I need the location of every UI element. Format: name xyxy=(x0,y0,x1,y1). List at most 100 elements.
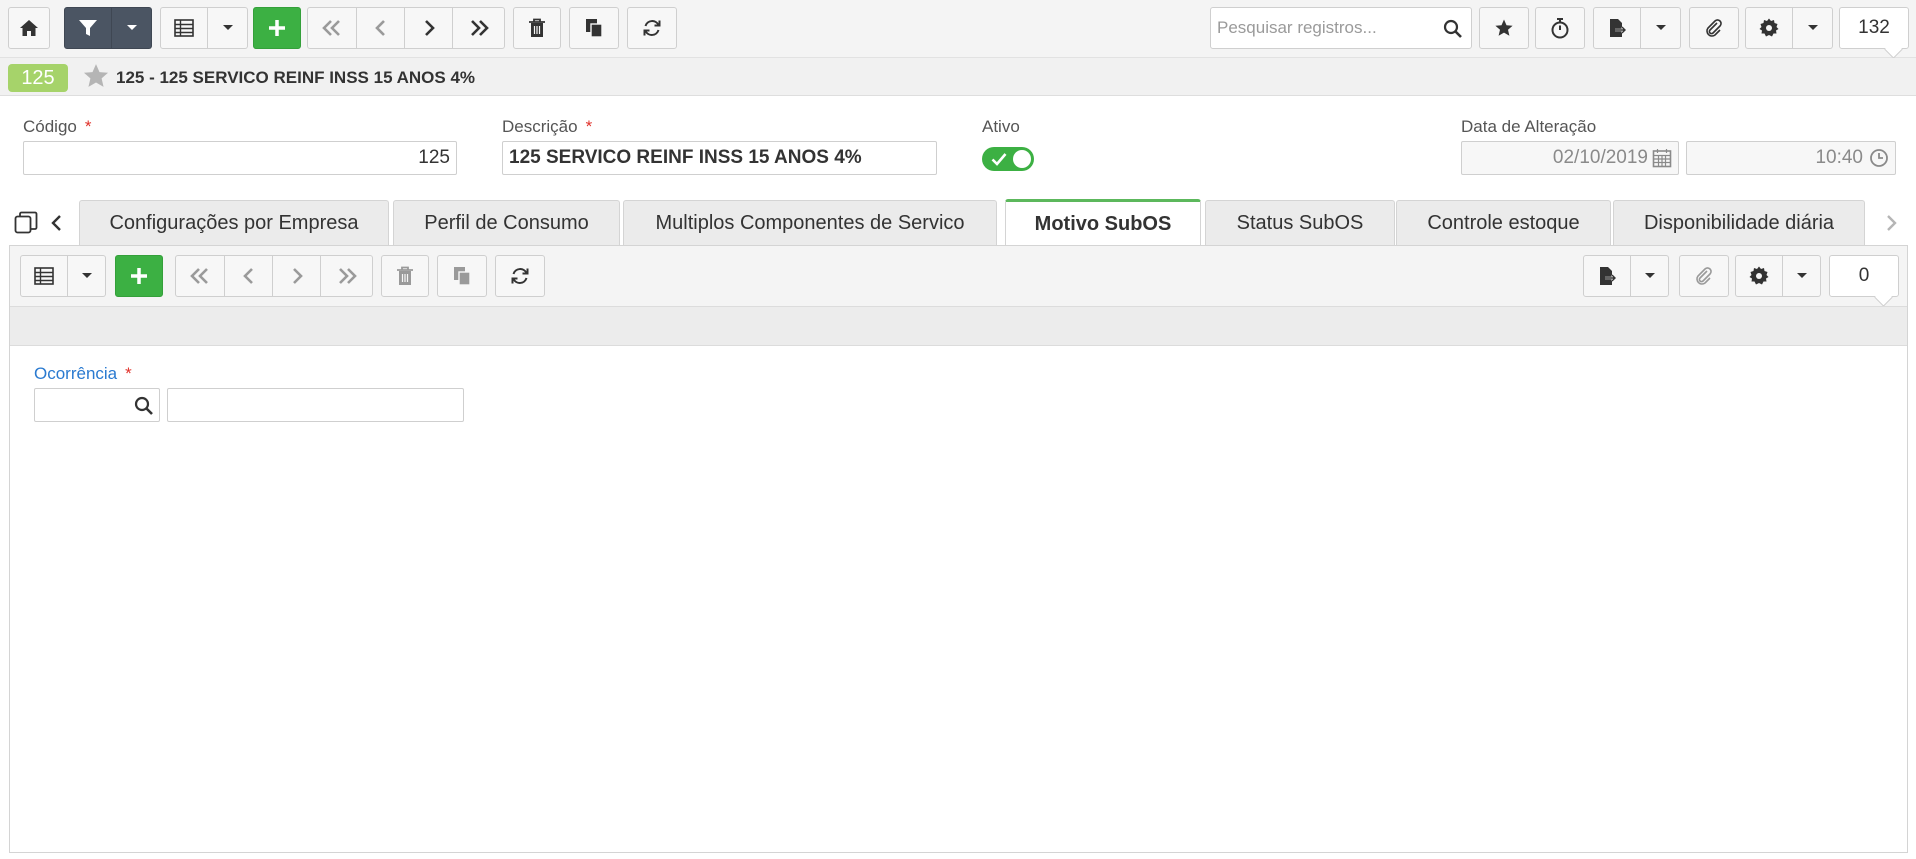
ocorrencia-description-field[interactable] xyxy=(167,388,464,422)
tab-perfil-consumo[interactable]: Perfil de Consumo xyxy=(393,200,620,245)
next-icon xyxy=(290,267,304,285)
last-icon xyxy=(336,267,358,285)
refresh-button[interactable] xyxy=(495,255,545,297)
search-box xyxy=(1210,7,1472,49)
first-icon xyxy=(321,19,343,37)
data-alteracao-field: 02/10/2019 xyxy=(1461,141,1679,175)
gear-icon xyxy=(1759,18,1779,38)
required-mark: * xyxy=(585,117,593,136)
export-dropdown-button[interactable] xyxy=(1641,7,1681,49)
filter-button[interactable] xyxy=(64,7,112,49)
ocorrencia-label: Ocorrência * xyxy=(34,364,132,383)
required-mark: * xyxy=(125,364,132,383)
codigo-field[interactable]: 125 xyxy=(23,141,457,175)
settings-dropdown-button[interactable] xyxy=(1783,255,1821,297)
star-icon xyxy=(1494,18,1514,38)
add-button[interactable] xyxy=(253,7,301,49)
star-icon[interactable] xyxy=(82,62,110,95)
subpanel-toolbar: 0 xyxy=(10,246,1907,306)
export-button[interactable] xyxy=(1583,255,1631,297)
data-alteracao-label: Data de Alteração xyxy=(1461,117,1597,136)
prev-icon xyxy=(242,267,256,285)
record-count-badge: 132 xyxy=(1839,7,1909,49)
export-icon xyxy=(1597,266,1617,286)
last-record-button[interactable] xyxy=(453,7,505,49)
timer-button[interactable] xyxy=(1535,7,1585,49)
tab-configuracoes-empresa[interactable]: Configurações por Empresa xyxy=(79,200,389,245)
tab-disponibilidade-diaria[interactable]: Disponibilidade diária xyxy=(1613,200,1865,245)
trash-icon xyxy=(528,18,546,38)
grid-icon xyxy=(174,19,194,37)
export-icon xyxy=(1607,18,1627,38)
timer-icon xyxy=(1550,17,1570,39)
first-record-button[interactable] xyxy=(175,255,225,297)
next-icon xyxy=(422,19,436,37)
filter-icon xyxy=(78,18,98,38)
attachment-button[interactable] xyxy=(1689,7,1739,49)
chevron-down-icon xyxy=(81,272,93,280)
search-icon[interactable] xyxy=(1443,19,1463,44)
toggle-knob xyxy=(1013,150,1031,168)
grid-icon xyxy=(34,267,54,285)
home-icon xyxy=(19,18,39,38)
home-button[interactable] xyxy=(8,7,50,49)
first-record-button[interactable] xyxy=(307,7,357,49)
favorite-button[interactable] xyxy=(1479,7,1529,49)
tab-scroll-left-icon[interactable] xyxy=(50,213,64,238)
paperclip-icon xyxy=(1704,18,1724,38)
copy-tabs-icon[interactable] xyxy=(14,211,38,240)
calendar-icon xyxy=(1652,148,1672,173)
main-toolbar: 132 xyxy=(0,0,1916,58)
settings-dropdown-button[interactable] xyxy=(1793,7,1833,49)
last-icon xyxy=(468,19,490,37)
refresh-icon xyxy=(510,266,530,286)
settings-button[interactable] xyxy=(1745,7,1793,49)
filter-dropdown-button[interactable] xyxy=(112,7,152,49)
clock-icon xyxy=(1869,148,1889,173)
descricao-field[interactable]: 125 SERVICO REINF INSS 15 ANOS 4% xyxy=(502,141,937,175)
tab-scroll-right-icon[interactable] xyxy=(1884,213,1898,238)
chevron-down-icon xyxy=(1807,24,1819,32)
record-title: 125 - 125 SERVICO REINF INSS 15 ANOS 4% xyxy=(116,68,476,87)
prev-record-button[interactable] xyxy=(225,255,273,297)
gear-icon xyxy=(1749,266,1769,286)
refresh-button[interactable] xyxy=(627,7,677,49)
plus-icon xyxy=(129,266,149,286)
codigo-label: Código * xyxy=(23,117,92,136)
duplicate-button[interactable] xyxy=(437,255,487,297)
delete-button[interactable] xyxy=(381,255,429,297)
tab-multiplos-componentes[interactable]: Multiplos Componentes de Servico xyxy=(623,200,997,245)
tab-motivo-subos[interactable]: Motivo SubOS xyxy=(1005,199,1201,246)
paperclip-icon xyxy=(1694,266,1714,286)
add-button[interactable] xyxy=(115,255,163,297)
prev-record-button[interactable] xyxy=(357,7,405,49)
grid-view-dropdown-button[interactable] xyxy=(208,7,248,49)
check-icon xyxy=(991,152,1007,171)
hora-alteracao-field: 10:40 xyxy=(1686,141,1896,175)
required-mark: * xyxy=(84,117,92,136)
tab-status-subos[interactable]: Status SubOS xyxy=(1205,200,1395,245)
ativo-toggle[interactable] xyxy=(982,147,1034,171)
search-input[interactable] xyxy=(1217,18,1437,38)
duplicate-button[interactable] xyxy=(569,7,619,49)
grid-view-button[interactable] xyxy=(20,255,68,297)
chevron-down-icon xyxy=(1796,272,1808,280)
export-button[interactable] xyxy=(1593,7,1641,49)
descricao-label: Descrição * xyxy=(502,117,593,136)
export-dropdown-button[interactable] xyxy=(1631,255,1669,297)
next-record-button[interactable] xyxy=(273,255,321,297)
prev-icon xyxy=(374,19,388,37)
grid-view-button[interactable] xyxy=(160,7,208,49)
next-record-button[interactable] xyxy=(405,7,453,49)
tab-controle-estoque[interactable]: Controle estoque xyxy=(1396,200,1611,245)
chevron-down-icon xyxy=(126,24,138,32)
settings-button[interactable] xyxy=(1735,255,1783,297)
grid-view-dropdown-button[interactable] xyxy=(68,255,106,297)
last-record-button[interactable] xyxy=(321,255,373,297)
subpanel-header-bar xyxy=(10,306,1907,346)
search-icon[interactable] xyxy=(134,396,154,421)
attachment-button[interactable] xyxy=(1679,255,1729,297)
first-icon xyxy=(189,267,211,285)
chevron-down-icon xyxy=(1655,24,1667,32)
delete-button[interactable] xyxy=(513,7,561,49)
